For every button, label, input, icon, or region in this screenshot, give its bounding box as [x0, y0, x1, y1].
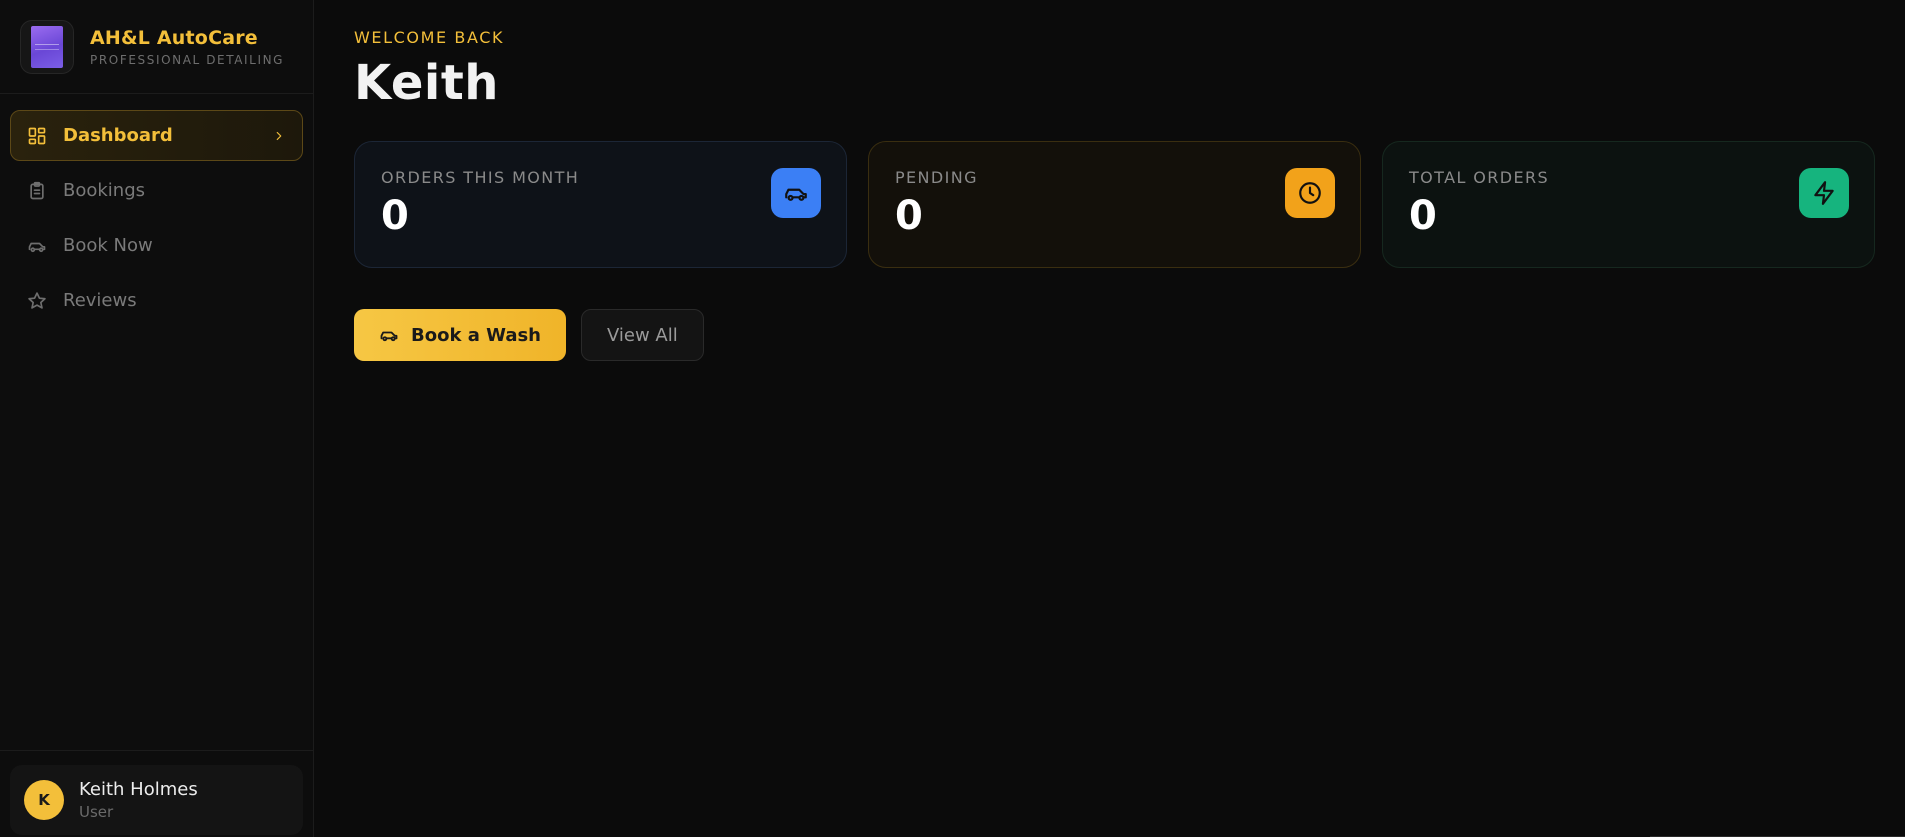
book-a-wash-button[interactable]: Book a Wash	[354, 309, 566, 361]
lightning-icon	[1799, 168, 1849, 218]
stat-label: PENDING	[895, 168, 978, 187]
car-icon	[771, 168, 821, 218]
logo-image	[31, 25, 63, 68]
user-role: User	[79, 803, 114, 821]
sidebar: AH&L AutoCare PROFESSIONAL DETAILING Das…	[0, 0, 314, 837]
app-root: AH&L AutoCare PROFESSIONAL DETAILING Das…	[0, 0, 1905, 837]
brand-subtitle: PROFESSIONAL DETAILING	[90, 52, 285, 67]
sidebar-item-label: Dashboard	[63, 125, 173, 146]
user-name: Keith Holmes	[79, 779, 198, 800]
page-title: Keith	[354, 55, 499, 111]
chevron-right-icon	[272, 129, 286, 143]
user-section: K Keith Holmes User	[0, 750, 313, 837]
logo[interactable]	[20, 19, 74, 74]
user-info: Keith Holmes User	[79, 779, 198, 821]
sidebar-item-label: Reviews	[63, 290, 137, 311]
welcome-label: WELCOME BACK	[354, 28, 505, 47]
clock-icon	[1285, 168, 1335, 218]
stat-card-orders-this-month: ORDERS THIS MONTH 0	[354, 141, 847, 268]
brand-text: AH&L AutoCare PROFESSIONAL DETAILING	[90, 27, 284, 67]
stat-card-pending: PENDING 0	[868, 141, 1361, 268]
view-all-button[interactable]: View All	[581, 309, 704, 361]
dashboard-grid-icon	[27, 126, 47, 146]
sidebar-item-book-now[interactable]: Book Now	[10, 220, 303, 271]
sidebar-item-bookings[interactable]: Bookings	[10, 165, 303, 216]
stat-card-total-orders: TOTAL ORDERS 0	[1382, 141, 1875, 268]
car-icon	[379, 325, 399, 345]
user-card[interactable]: K Keith Holmes User	[10, 765, 303, 835]
sidebar-item-reviews[interactable]: Reviews	[10, 275, 303, 326]
stat-label: TOTAL ORDERS	[1409, 168, 1550, 187]
sidebar-nav: Dashboard Bookings Book Now Reviews	[0, 94, 313, 342]
main-content: WELCOME BACK Keith ORDERS THIS MONTH 0 P…	[314, 0, 1905, 837]
sidebar-item-label: Book Now	[63, 235, 153, 256]
sidebar-item-dashboard[interactable]: Dashboard	[10, 110, 303, 161]
clipboard-icon	[27, 181, 47, 201]
stat-value: 0	[895, 193, 923, 239]
book-a-wash-label: Book a Wash	[411, 324, 541, 346]
stat-value: 0	[1409, 193, 1437, 239]
sidebar-item-label: Bookings	[63, 180, 146, 201]
action-buttons: Book a Wash View All	[354, 309, 1875, 361]
stat-label: ORDERS THIS MONTH	[381, 168, 580, 187]
avatar: K	[24, 780, 64, 820]
brand-title: AH&L AutoCare	[90, 26, 258, 49]
stat-value: 0	[381, 193, 409, 239]
car-icon	[27, 236, 47, 256]
stats-row: ORDERS THIS MONTH 0 PENDING 0 TOTAL ORDE…	[354, 141, 1875, 268]
brand-header: AH&L AutoCare PROFESSIONAL DETAILING	[0, 0, 313, 94]
star-icon	[27, 291, 47, 311]
